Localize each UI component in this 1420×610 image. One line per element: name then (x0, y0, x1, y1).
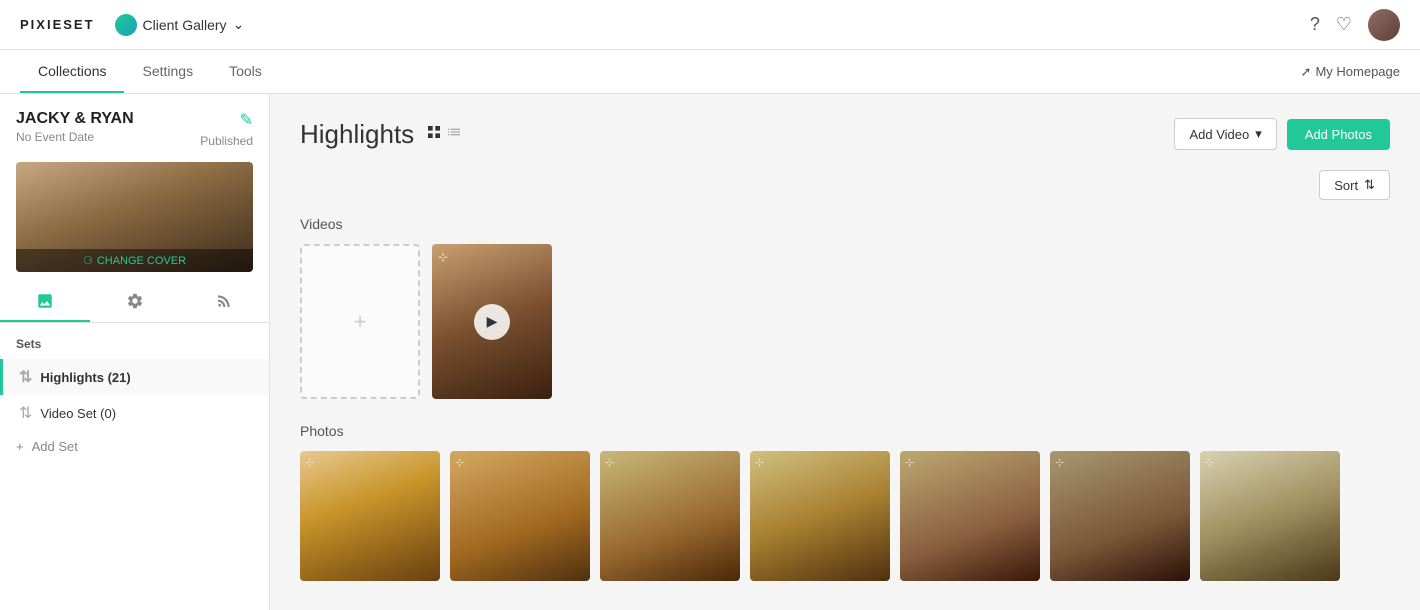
drag-handle-icon: ⊹ (305, 456, 314, 469)
photo-card[interactable]: ⊹ (1200, 451, 1340, 581)
page-title: Highlights (300, 119, 414, 150)
photo-thumbnail (600, 451, 740, 581)
tab-settings[interactable]: Settings (124, 51, 211, 93)
gallery-selector[interactable]: Client Gallery ⌄ (115, 14, 245, 36)
photo-grid: ⊹ ⊹ ⊹ ⊹ ⊹ (300, 451, 1390, 581)
content-header: Highlights Add Video ▾ Add Photos (300, 118, 1390, 150)
photo-thumbnail (1200, 451, 1340, 581)
sub-nav-tabs: Collections Settings Tools (20, 51, 280, 93)
sidebar-item-highlights[interactable]: ⇅ Highlights (21) (0, 359, 269, 395)
drag-icon: ⇅ (19, 403, 32, 423)
photo-thumbnail (900, 451, 1040, 581)
grid-view-button[interactable] (426, 124, 442, 145)
photo-card[interactable]: ⊹ (450, 451, 590, 581)
help-icon[interactable]: ? (1310, 14, 1320, 35)
sidebar-tab-rss[interactable] (179, 282, 269, 322)
event-date: No Event Date (16, 130, 134, 144)
pixieset-logo: PIXIESET (20, 17, 95, 32)
tab-collections[interactable]: Collections (20, 51, 124, 93)
photo-card[interactable]: ⊹ (300, 451, 440, 581)
photo-thumbnail (750, 451, 890, 581)
view-toggle (426, 124, 462, 145)
play-icon: ▶ (474, 304, 510, 340)
photo-thumbnail (300, 451, 440, 581)
sub-nav: Collections Settings Tools ➚ My Homepage (0, 50, 1420, 94)
photo-thumbnail (1050, 451, 1190, 581)
content-title-row: Highlights (300, 119, 462, 150)
sort-bar: Sort ⇅ (300, 170, 1390, 200)
sidebar-icon-tabs (0, 282, 269, 323)
gallery-name: Client Gallery (143, 17, 227, 33)
published-badge: Published (200, 134, 253, 148)
content-area: Highlights Add Video ▾ Add Photos (270, 94, 1420, 610)
globe-icon (115, 14, 137, 36)
photo-card[interactable]: ⊹ (1050, 451, 1190, 581)
main-layout: JACKY & RYAN No Event Date ✎ Published ⚆… (0, 94, 1420, 610)
bell-icon[interactable]: ♡ (1336, 14, 1352, 35)
sidebar: JACKY & RYAN No Event Date ✎ Published ⚆… (0, 94, 270, 610)
add-set-button[interactable]: + Add Set (0, 431, 269, 462)
drag-handle-icon: ⊹ (438, 250, 448, 264)
plus-icon: + (16, 439, 24, 454)
chevron-down-icon: ▾ (1255, 126, 1262, 142)
videos-section: Videos + ⊹ ▶ (300, 216, 1390, 399)
top-bar-right: ? ♡ (1310, 9, 1400, 41)
sidebar-tab-photos[interactable] (0, 282, 90, 322)
sidebar-item-video-set[interactable]: ⇅ Video Set (0) (0, 395, 269, 431)
change-cover-bar[interactable]: ⚆ CHANGE COVER (16, 249, 253, 272)
tab-tools[interactable]: Tools (211, 51, 280, 93)
add-video-placeholder[interactable]: + (300, 244, 420, 399)
top-bar: PIXIESET Client Gallery ⌄ ? ♡ (0, 0, 1420, 50)
drag-handle-icon: ⊹ (1055, 456, 1064, 469)
top-bar-left: PIXIESET Client Gallery ⌄ (20, 14, 244, 36)
photo-card[interactable]: ⊹ (900, 451, 1040, 581)
photo-thumbnail (450, 451, 590, 581)
chevron-down-icon: ⌄ (233, 16, 245, 33)
client-name: JACKY & RYAN (16, 110, 134, 128)
my-homepage-link[interactable]: ➚ My Homepage (1301, 64, 1400, 80)
external-link-icon: ➚ (1301, 64, 1312, 80)
photos-section-label: Photos (300, 423, 1390, 439)
drag-handle-icon: ⊹ (905, 456, 914, 469)
add-video-button[interactable]: Add Video ▾ (1174, 118, 1276, 150)
sidebar-tab-settings[interactable] (90, 282, 180, 322)
sort-icon: ⇅ (1364, 177, 1375, 193)
video-card[interactable]: ⊹ ▶ (432, 244, 552, 399)
header-actions: Add Video ▾ Add Photos (1174, 118, 1390, 150)
sort-button[interactable]: Sort ⇅ (1319, 170, 1390, 200)
list-view-button[interactable] (446, 124, 462, 145)
drag-handle-icon: ⊹ (605, 456, 614, 469)
add-photos-button[interactable]: Add Photos (1287, 119, 1390, 150)
videos-section-label: Videos (300, 216, 1390, 232)
photo-card[interactable]: ⊹ (600, 451, 740, 581)
image-icon: ⚆ (83, 254, 93, 267)
sidebar-header: JACKY & RYAN No Event Date ✎ Published (0, 94, 269, 152)
video-grid: + ⊹ ▶ (300, 244, 1390, 399)
plus-icon: + (354, 309, 367, 335)
drag-handle-icon: ⊹ (455, 456, 464, 469)
cover-photo[interactable]: ⚆ CHANGE COVER (16, 162, 253, 272)
drag-icon: ⇅ (19, 367, 32, 387)
edit-icon[interactable]: ✎ (240, 110, 253, 130)
sets-label: Sets (0, 333, 269, 359)
photos-section: Photos ⊹ ⊹ ⊹ ⊹ (300, 423, 1390, 581)
avatar[interactable] (1368, 9, 1400, 41)
sidebar-client-info: JACKY & RYAN No Event Date (16, 110, 134, 144)
drag-handle-icon: ⊹ (1205, 456, 1214, 469)
drag-handle-icon: ⊹ (755, 456, 764, 469)
photo-card[interactable]: ⊹ (750, 451, 890, 581)
